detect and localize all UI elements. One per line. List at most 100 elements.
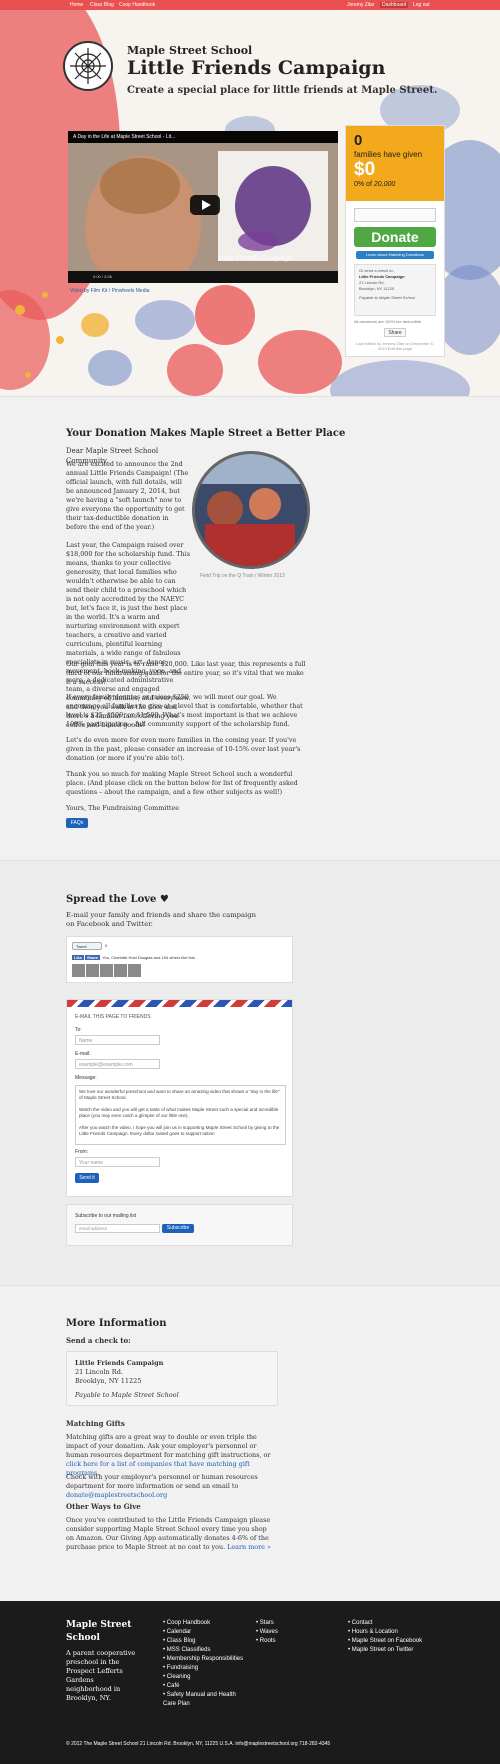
footer-link-fundraising[interactable]: Fundraising	[163, 1664, 248, 1673]
to-label: To:	[75, 1027, 82, 1033]
subscribe-box: Subscribe to our mailing list email addr…	[66, 1204, 293, 1246]
tweet-count: 0	[105, 943, 108, 948]
video-credit-link[interactable]: Video by Film Kit / Pinwheels Media	[70, 288, 149, 294]
check-payable-text: Payable to Maple Street School	[75, 1391, 179, 1399]
share-button[interactable]: Share	[384, 328, 406, 337]
footer-link-waves[interactable]: Waves	[256, 1628, 316, 1637]
donation-panel: 0 families have given $0 0% of 20,000 Do…	[345, 125, 445, 357]
check-address-box: Or send a check to: Little Friends Campa…	[354, 264, 436, 316]
subscribe-label: Subscribe to our mailing list	[75, 1213, 137, 1219]
intro-paragraph-3: Our goal this year is to raise $20,000. …	[66, 660, 306, 686]
goal-percent: 0% of	[354, 181, 372, 188]
campaign-tagline: Create a special place for little friend…	[127, 85, 438, 96]
to-name-input[interactable]: Name	[75, 1035, 160, 1045]
matching-text-2: Check with your employer's personnel or …	[66, 1473, 258, 1490]
footer-link-cafe[interactable]: Café	[163, 1682, 248, 1691]
social-share-box: Tweet 0 Like Share You, Charlotte Hold Do…	[66, 936, 293, 983]
site-footer: Maple Street School A parent cooperative…	[0, 1601, 500, 1764]
footer-link-contact[interactable]: Contact	[348, 1619, 458, 1628]
video-play-button[interactable]	[190, 195, 220, 215]
video-controls[interactable]: 0:00 / 2:06	[68, 271, 338, 283]
intro-signature: Yours, The Fundraising Committee	[66, 804, 180, 812]
send-button[interactable]: Send it	[75, 1173, 99, 1183]
check-address-line2: Brooklyn, NY 11225	[359, 286, 395, 291]
check-payable: Payable to Maple Street School	[359, 295, 416, 300]
fb-friend-avatars	[72, 964, 152, 978]
matching-paragraph-2: Check with your employer's personnel or …	[66, 1473, 276, 1500]
footer-link-twitter[interactable]: Maple Street on Twitter	[348, 1646, 458, 1655]
intro-paragraph-1: We are excited to announce the 2nd annua…	[66, 460, 189, 531]
tweet-button[interactable]: Tweet	[72, 942, 102, 950]
school-logo[interactable]	[63, 41, 113, 91]
nav-class-blog-link[interactable]: Class Blog	[90, 2, 114, 8]
to-email-input[interactable]: example@example.com	[75, 1059, 160, 1069]
footer-links-col3: Contact Hours & Location Maple Street on…	[348, 1619, 458, 1655]
email-label: E-mail:	[75, 1051, 91, 1057]
footer-title[interactable]: Maple Street School	[66, 1619, 136, 1645]
footer-copyright: © 2012 The Maple Street School 21 Lincol…	[66, 1741, 331, 1747]
facebook-like-bar: Like Share You, Charlotte Hold Douglas an…	[72, 955, 196, 960]
nav-home-link[interactable]: Home	[70, 2, 83, 8]
donate-email-link[interactable]: donate@maplestreetschool.org	[66, 1491, 167, 1499]
faqs-button[interactable]: FAQs	[66, 818, 88, 828]
amazon-learn-more-link[interactable]: Learn more »	[227, 1543, 271, 1551]
campaign-title: Little Friends Campaign	[127, 57, 386, 79]
fb-like-button[interactable]: Like	[72, 955, 85, 960]
intro-paragraph-5: Let's do even more for even more familie…	[66, 736, 301, 762]
nav-coop-handbook-link[interactable]: Coop Handbook	[119, 2, 155, 8]
intro-title: Your Donation Makes Maple Street a Bette…	[66, 428, 346, 439]
footer-description: A parent cooperative preschool in the Pr…	[66, 1649, 136, 1702]
footer-links-col1: Coop Handbook Calendar Class Blog MSS Cl…	[163, 1619, 248, 1709]
tweet-label: Tweet	[76, 944, 87, 949]
email-friends-form: E-MAIL THIS PAGE TO FRIENDS To: Name E-m…	[66, 999, 293, 1197]
footer-link-classifieds[interactable]: MSS Classifieds	[163, 1646, 248, 1655]
video-player[interactable]: A Day in the Life at Maple Street School…	[68, 131, 338, 283]
spread-description: E-mail your family and friends and share…	[66, 911, 256, 928]
message-textarea[interactable]: We love our wonderful preschool and want…	[75, 1085, 286, 1145]
user-name-link[interactable]: Jeremy Zilar	[347, 2, 375, 8]
check-heading: Send a check to:	[66, 1336, 131, 1345]
last-edited-note: Last edited by Jeremy Zilar on December …	[356, 341, 434, 351]
check-addr2: Brooklyn, NY 11225	[75, 1377, 142, 1385]
field-trip-photo	[192, 451, 310, 569]
footer-link-membership[interactable]: Membership Responsibilities	[163, 1655, 248, 1664]
hero-banner: Maple Street School Little Friends Campa…	[0, 10, 500, 396]
top-nav-bar: Home Class Blog Coop Handbook Jeremy Zil…	[0, 0, 500, 10]
fb-share-button[interactable]: Share	[85, 955, 101, 960]
airmail-stripe	[67, 1000, 292, 1007]
from-name-input[interactable]: Your name	[75, 1157, 160, 1167]
matching-donations-button[interactable]: Learn about Matching Donations	[356, 251, 434, 259]
donation-progress: 0 families have given $0 0% of 20,000	[346, 126, 444, 201]
photo-caption: Field Trip on the Q Train / Winter 2013	[200, 573, 285, 579]
footer-link-coop-handbook[interactable]: Coop Handbook	[163, 1619, 248, 1628]
check-addr1: 21 Lincoln Rd.	[75, 1368, 123, 1376]
subscribe-email-input[interactable]: email address	[75, 1224, 160, 1233]
dashboard-link[interactable]: Dashboard	[380, 2, 409, 8]
more-info-title: More Information	[66, 1318, 167, 1329]
email-form-heading: E-MAIL THIS PAGE TO FRIENDS	[75, 1014, 151, 1020]
logout-link[interactable]: Log out	[413, 2, 430, 8]
footer-link-calendar[interactable]: Calendar	[163, 1628, 248, 1637]
other-ways-heading: Other Ways to Give	[66, 1502, 141, 1511]
donation-amount-input[interactable]	[354, 208, 436, 222]
fb-like-text: You, Charlotte Hold Douglas and 194 othe…	[102, 955, 196, 960]
tax-note: All donations are 100% tax deductible.	[354, 319, 423, 324]
subscribe-button[interactable]: Subscribe	[162, 1224, 194, 1233]
families-label: families have given	[354, 150, 423, 159]
footer-link-hours[interactable]: Hours & Location	[348, 1628, 458, 1637]
check-address-card: Little Friends Campaign 21 Lincoln Rd. B…	[66, 1351, 278, 1406]
matching-text: Matching gifts are a great way to double…	[66, 1433, 271, 1459]
footer-link-cleaning[interactable]: Cleaning	[163, 1673, 248, 1682]
donate-button[interactable]: Donate	[354, 227, 436, 247]
footer-link-roots[interactable]: Roots	[256, 1637, 316, 1646]
footer-link-safety-manual[interactable]: Safety Manual and Health Care Plan	[163, 1691, 248, 1709]
matching-heading: Matching Gifts	[66, 1419, 125, 1428]
message-label: Message:	[75, 1075, 97, 1081]
other-ways-paragraph: Once you've contributed to the Little Fr…	[66, 1516, 276, 1552]
matching-paragraph-1: Matching gifts are a great way to double…	[66, 1433, 276, 1478]
footer-link-facebook[interactable]: Maple Street on Facebook	[348, 1637, 458, 1646]
video-time: 0:00 / 2:06	[93, 274, 112, 279]
footer-link-class-blog[interactable]: Class Blog	[163, 1637, 248, 1646]
intro-paragraph-6: Thank you so much for making Maple Stree…	[66, 770, 298, 796]
footer-link-stars[interactable]: Stars	[256, 1619, 316, 1628]
